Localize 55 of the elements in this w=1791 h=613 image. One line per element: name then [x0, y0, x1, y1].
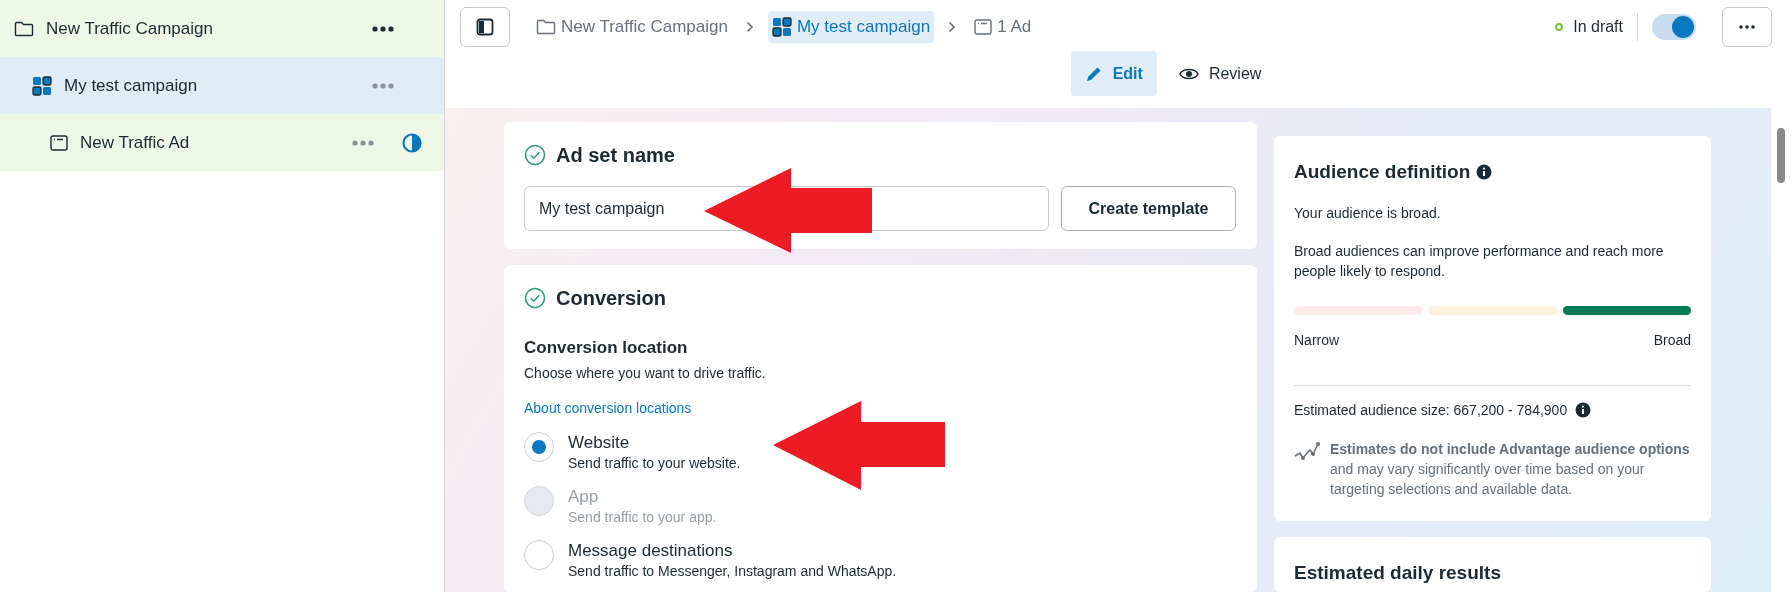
grid-icon — [32, 75, 52, 96]
folder-icon — [14, 20, 34, 37]
option-label: App — [568, 485, 600, 508]
option-label: Message destinations — [568, 539, 734, 562]
subsection-title: Conversion location — [524, 337, 689, 359]
radio-button[interactable] — [524, 431, 554, 462]
info-icon — [1575, 402, 1592, 418]
more-icon[interactable] — [372, 25, 394, 32]
breadcrumb-link[interactable]: 1 Ad — [970, 11, 1036, 43]
option-label: Website — [568, 431, 631, 454]
summary-text: Your audience is broad. — [1294, 203, 1442, 223]
ad-window-icon — [974, 19, 993, 35]
breadcrumb-link[interactable]: My test campaign — [767, 11, 935, 43]
tab[interactable]: Review — [1164, 51, 1276, 96]
card-title: Estimated daily results — [1294, 560, 1502, 585]
sidebar-item[interactable]: New Traffic Ad — [0, 114, 444, 171]
create-template-button[interactable]: Create template — [1061, 186, 1236, 231]
trend-line-icon — [1294, 440, 1320, 461]
grid-icon — [771, 17, 792, 37]
scale-label: Narrow — [1294, 330, 1340, 350]
option-description: Send traffic to your website. — [568, 453, 741, 472]
progress-circle-icon — [402, 132, 422, 153]
estimates-note: Estimates do not include Advantage audience options and may vary significantly over time based on your targeting selections and available data. — [1330, 439, 1691, 499]
check-circle-icon — [524, 144, 546, 166]
sidebar-toggle-button[interactable] — [460, 7, 510, 47]
item-label: New Traffic Campaign — [46, 17, 214, 40]
breadcrumb-link[interactable]: New Traffic Campaign — [532, 11, 732, 43]
radio-button[interactable] — [524, 539, 554, 570]
description-text: Choose where you want to drive traffic. — [524, 363, 767, 383]
folder-icon — [536, 19, 556, 35]
chevron-right-icon — [745, 21, 754, 33]
tab[interactable]: Edit — [1070, 51, 1157, 96]
scale-label: Broad — [1653, 330, 1691, 350]
ad-set-name-field[interactable]: My test campaign — [524, 186, 1049, 231]
sidebar-item[interactable]: New Traffic Campaign — [0, 0, 444, 57]
card-title: Audience definition — [1294, 160, 1471, 184]
info-icon — [1476, 164, 1493, 181]
more-icon — [1739, 25, 1755, 29]
check-circle-icon — [524, 287, 546, 309]
option-description: Send traffic to Messenger, Instagram and WhatsApp. — [568, 561, 897, 580]
audience-size-text: Estimated audience size: 667,200 - 784,900 — [1294, 400, 1568, 420]
eye-icon — [1178, 66, 1199, 81]
item-label: New Traffic Ad — [80, 131, 191, 154]
help-link[interactable]: About conversion locations — [524, 397, 692, 419]
status-label: In draft — [1573, 17, 1623, 37]
option-description: Send traffic to your app. — [568, 507, 717, 526]
section-title: Conversion — [556, 286, 667, 311]
ad-window-icon — [50, 134, 68, 151]
toggle-switch[interactable] — [1652, 14, 1696, 40]
chevron-right-icon — [948, 21, 957, 33]
description-text: Broad audiences can improve performance and reach more people likely to respond. — [1294, 241, 1665, 281]
sidebar-panel-icon — [476, 18, 494, 36]
section-title: Ad set name — [556, 143, 675, 168]
sidebar-item[interactable]: My test campaign — [0, 57, 444, 114]
item-label: My test campaign — [64, 74, 199, 97]
